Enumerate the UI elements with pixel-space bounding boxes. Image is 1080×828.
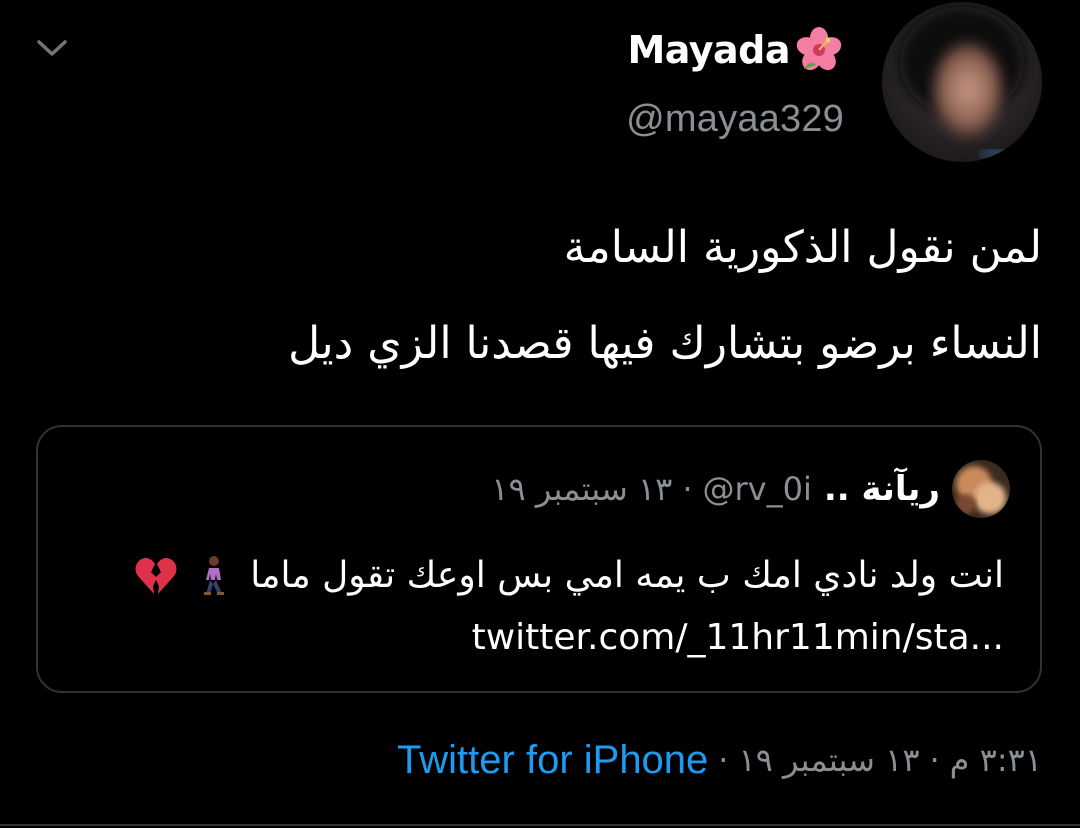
quoted-date: ١٣ سبتمبر ١٩: [491, 470, 673, 508]
tweet-text: لمن نقول الذكورية السامة النساء برضو بتش…: [82, 200, 1042, 392]
flower-icon: [796, 27, 842, 71]
footer-separator: ·: [929, 741, 940, 779]
quoted-tweet-body: انت ولد نادي امك ب يمه امي بس اوعك تقول …: [74, 545, 1004, 669]
source-link[interactable]: Twitter for iPhone: [397, 738, 708, 783]
quoted-handle: @rv_0i: [702, 470, 812, 508]
quoted-display-name: ريآنة ..: [823, 469, 940, 509]
chevron-down-icon: [37, 40, 67, 56]
display-name-text: Mayada: [627, 28, 790, 72]
quoted-link[interactable]: twitter.com/_11hr11min/sta...: [74, 607, 1004, 669]
walking-person-icon: [204, 556, 225, 595]
avatar-image: [882, 2, 1042, 162]
quoted-text: انت ولد نادي امك ب يمه امي بس اوعك تقول …: [250, 555, 1004, 596]
more-options-button[interactable]: [30, 30, 74, 66]
footer-separator: ·: [718, 741, 729, 779]
quoted-tweet-header: ريآنة .. @rv_0i · ١٣ سبتمبر ١٩: [491, 460, 1010, 518]
bottom-divider: [0, 824, 1080, 826]
tweet-line: النساء برضو بتشارك فيها قصدنا الزي ديل: [288, 318, 1042, 369]
quoted-avatar: [952, 460, 1010, 518]
tweet-time: ٣:٣١ م: [949, 741, 1042, 779]
author-handle[interactable]: @mayaa329: [626, 98, 844, 141]
broken-heart-icon: [135, 558, 177, 594]
tweet-footer: ٣:٣١ م · ١٣ سبتمبر ١٩ · Twitter for iPho…: [397, 730, 1042, 790]
tweet-date: ١٣ سبتمبر ١٩: [738, 741, 920, 779]
meta-separator: ·: [682, 470, 693, 508]
author-display-name[interactable]: Mayada: [627, 22, 844, 78]
quoted-meta: @rv_0i · ١٣ سبتمبر ١٩: [491, 470, 812, 508]
avatar[interactable]: [882, 2, 1042, 162]
quoted-tweet-card[interactable]: ريآنة .. @rv_0i · ١٣ سبتمبر ١٩ انت ولد ن…: [36, 425, 1042, 693]
tweet-line: لمن نقول الذكورية السامة: [563, 222, 1042, 273]
